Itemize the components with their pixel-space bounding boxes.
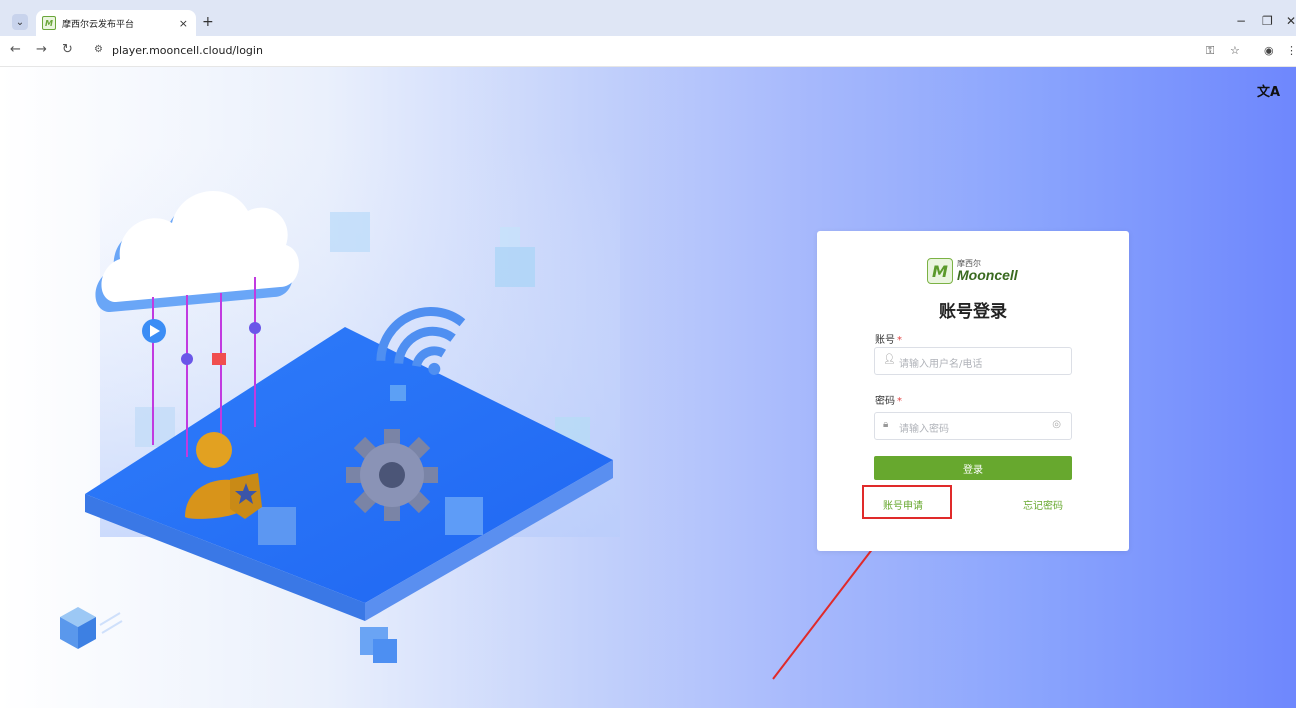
- tab-title: 摩西尔云发布平台: [62, 19, 135, 30]
- login-button[interactable]: 登录: [874, 456, 1072, 480]
- account-input[interactable]: 👤︎ 请输入用户名/电话: [874, 347, 1072, 375]
- forward-arrow-icon[interactable]: →: [36, 42, 47, 57]
- user-icon: 👤︎: [883, 354, 896, 365]
- bookmark-star-icon[interactable]: ☆: [1230, 44, 1240, 57]
- profile-icon[interactable]: ◉: [1264, 44, 1274, 57]
- password-input[interactable]: 🔒︎ 请输入密码 ◎: [874, 412, 1072, 440]
- password-key-icon[interactable]: ⚿: [1206, 44, 1214, 58]
- browser-tab-strip: ⌄ M 摩西尔云发布平台 × + − ❐ ✕: [0, 0, 1296, 36]
- restore-button[interactable]: ❐: [1262, 14, 1273, 28]
- required-mark: *: [897, 335, 902, 346]
- folder-icon: [212, 353, 226, 365]
- new-tab-button[interactable]: +: [202, 14, 214, 30]
- password-placeholder: 请输入密码: [899, 424, 949, 435]
- login-card: M 摩西尔 Mooncell 账号登录 账号 * 👤︎ 请输入用户名/电话 密码 *…: [817, 231, 1129, 551]
- close-window-button[interactable]: ✕: [1286, 14, 1296, 28]
- account-placeholder: 请输入用户名/电话: [899, 359, 983, 370]
- translate-icon[interactable]: 文A: [1257, 81, 1280, 100]
- address-bar[interactable]: ⚙ player.mooncell.cloud/login: [88, 40, 1188, 62]
- eye-toggle-icon[interactable]: ◎: [1052, 419, 1061, 430]
- lock-icon: 🔒︎: [883, 419, 889, 430]
- mooncell-logo: M 摩西尔 Mooncell: [927, 257, 1018, 285]
- account-label: 账号 *: [875, 335, 902, 346]
- tab-close-icon[interactable]: ×: [179, 17, 188, 30]
- required-mark: *: [897, 396, 902, 407]
- site-favicon-icon: M: [42, 16, 56, 30]
- browser-tab[interactable]: M 摩西尔云发布平台 ×: [36, 10, 196, 36]
- logo-en-text: Mooncell: [957, 267, 1018, 283]
- forgot-password-link[interactable]: 忘记密码: [1023, 497, 1063, 512]
- cloud-platform-illustration: [60, 147, 620, 663]
- apply-account-link[interactable]: 账号申请: [883, 497, 923, 512]
- gear-icon: [346, 429, 438, 521]
- tab-search-icon[interactable]: ⌄: [12, 14, 28, 30]
- browser-toolbar: ← → ↻ ⚙ player.mooncell.cloud/login ⚿ ☆ …: [0, 36, 1296, 67]
- flying-cube-icon: [60, 607, 123, 649]
- mooncell-logo-icon: M: [927, 258, 953, 284]
- login-title: 账号登录: [939, 302, 1007, 322]
- back-arrow-icon[interactable]: ←: [10, 42, 21, 57]
- menu-kebab-icon[interactable]: ⋮: [1286, 44, 1296, 57]
- password-label: 密码 *: [875, 396, 902, 407]
- minimize-button[interactable]: −: [1236, 14, 1246, 28]
- reload-icon[interactable]: ↻: [62, 42, 73, 57]
- url-text[interactable]: player.mooncell.cloud/login: [112, 44, 263, 57]
- login-page: 文A M 摩西尔 Mooncell 账号登录 账号 * 👤︎ 请输入用户名/电话…: [0, 67, 1296, 708]
- site-info-icon[interactable]: ⚙: [94, 44, 103, 55]
